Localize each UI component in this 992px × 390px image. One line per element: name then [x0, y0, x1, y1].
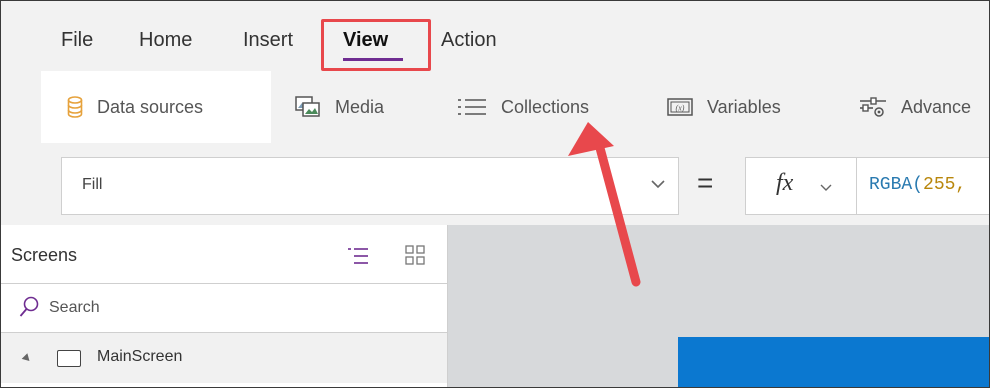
tab-action[interactable]: Action	[441, 29, 497, 52]
variables-button[interactable]: (x) Variables	[667, 71, 781, 143]
collections-label: Collections	[501, 96, 590, 117]
data-sources-button[interactable]: Data sources	[41, 71, 271, 143]
advanced-button[interactable]: Advance	[859, 71, 971, 143]
formula-argument: 255,	[923, 175, 967, 195]
advanced-label: Advance	[901, 96, 972, 117]
property-value: Fill	[82, 176, 103, 193]
grid-view-icon[interactable]	[405, 245, 425, 270]
tab-insert[interactable]: Insert	[243, 29, 293, 52]
svg-text:(x): (x)	[676, 104, 685, 113]
database-icon	[67, 96, 83, 118]
screen-icon	[57, 350, 81, 367]
app-window: File Home Insert View Action Data source…	[0, 0, 990, 388]
screens-panel: Screens Search MainScreen	[1, 225, 448, 387]
design-canvas[interactable]	[448, 225, 989, 387]
search-icon	[19, 296, 39, 323]
function-picker[interactable]: fx	[745, 157, 857, 215]
formula-bar: Fill = fx RGBA(255,	[1, 143, 989, 225]
collections-icon	[457, 97, 487, 117]
search-placeholder: Search	[49, 299, 100, 316]
property-dropdown[interactable]: Fill	[61, 157, 679, 215]
collections-button[interactable]: Collections	[457, 71, 589, 143]
tree-item-label: MainScreen	[97, 348, 183, 365]
variables-icon: (x)	[667, 97, 693, 117]
formula-function: RGBA(	[869, 175, 924, 195]
chevron-down-icon	[650, 176, 666, 197]
formula-text: RGBA(255,	[869, 175, 966, 195]
screens-panel-header: Screens	[1, 225, 447, 283]
media-button[interactable]: Media	[295, 71, 384, 143]
collapse-arrow-icon[interactable]	[21, 353, 33, 364]
advanced-settings-icon	[859, 96, 887, 118]
screen-preview[interactable]	[678, 337, 989, 387]
list-view-icon[interactable]	[347, 247, 369, 270]
formula-input[interactable]: RGBA(255,	[856, 157, 989, 215]
data-sources-label: Data sources	[97, 96, 204, 117]
equals-sign: =	[697, 167, 714, 198]
media-icon	[295, 96, 321, 118]
tree-item-mainscreen[interactable]: MainScreen	[1, 333, 447, 383]
screens-search-input[interactable]: Search	[1, 283, 447, 333]
variables-label: Variables	[707, 96, 781, 117]
tab-file[interactable]: File	[61, 29, 93, 52]
chevron-down-icon	[820, 180, 832, 198]
menu-bar: File Home Insert View Action	[1, 1, 989, 71]
screens-title: Screens	[11, 245, 78, 265]
fx-icon: fx	[776, 170, 794, 196]
media-label: Media	[335, 96, 385, 117]
view-ribbon: Data sources Media Collections (x) Varia…	[1, 71, 989, 143]
tab-home[interactable]: Home	[139, 29, 192, 52]
annotation-highlight-box	[321, 19, 431, 71]
